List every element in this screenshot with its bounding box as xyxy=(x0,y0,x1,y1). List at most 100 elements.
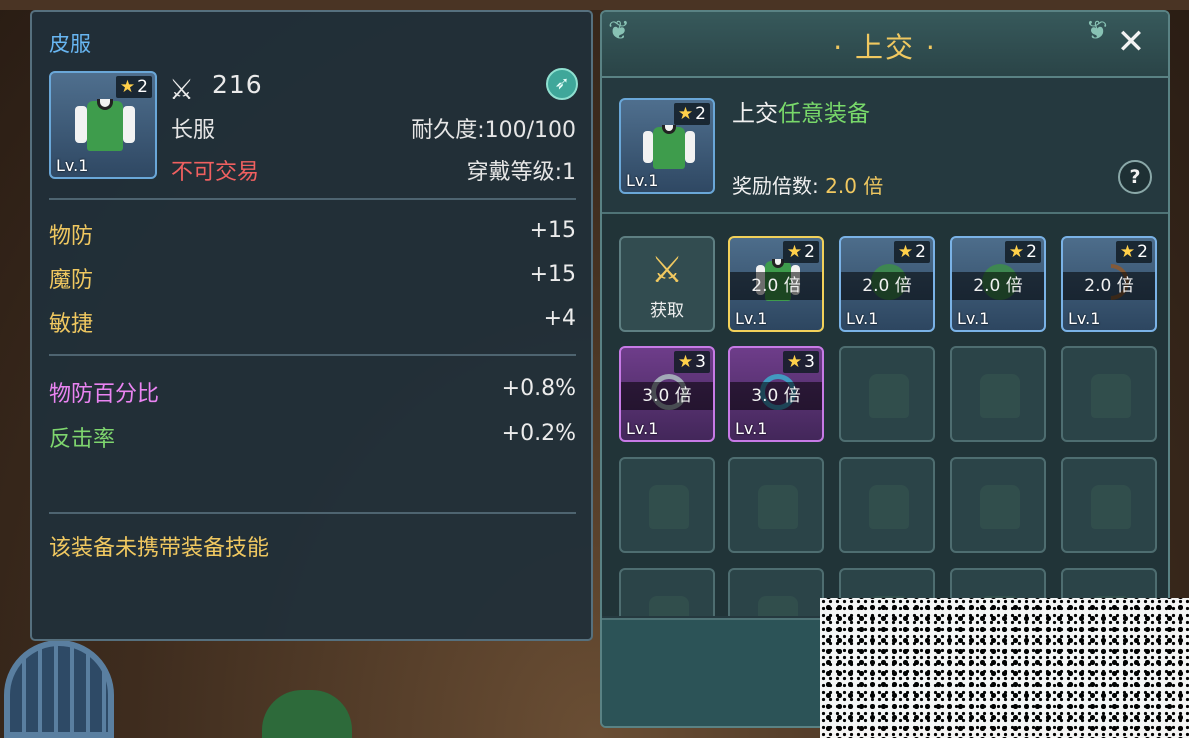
empty-slot xyxy=(1061,346,1157,442)
equipment-slot[interactable]: ★ 2 2.0 倍 Lv.1 xyxy=(839,236,935,332)
star-icon: ★ xyxy=(677,352,694,372)
armor-placeholder-icon xyxy=(869,485,909,529)
acquire-button[interactable]: ⚔ 获取 xyxy=(619,236,715,332)
trade-status: 不可交易 xyxy=(171,160,260,185)
required-item-icon: ★ 2 Lv.1 xyxy=(619,98,715,194)
armor-placeholder-icon xyxy=(980,485,1020,529)
item-level: Lv.1 xyxy=(846,309,879,328)
wear-level: 穿戴等级:1 xyxy=(466,160,576,185)
star-icon: ★ xyxy=(1119,242,1136,262)
star-icon: ★ xyxy=(786,352,803,372)
armor-placeholder-icon xyxy=(758,596,798,616)
item-icon: ★ 2 Lv.1 xyxy=(49,71,157,179)
armor-placeholder-icon xyxy=(758,485,798,529)
armor-placeholder-icon xyxy=(869,374,909,418)
requirement-section: ★ 2 Lv.1 上交任意装备 奖励倍数: 2.0 倍 ? xyxy=(602,80,1168,212)
background-window xyxy=(4,640,114,738)
multiplier-label: 2.0 倍 xyxy=(730,272,822,300)
close-button[interactable]: ✕ xyxy=(1114,24,1148,60)
attack-value: 216 xyxy=(212,70,263,99)
stat-value: +15 xyxy=(529,218,576,243)
empty-slot xyxy=(1061,457,1157,553)
panel-title: · 上交 · xyxy=(833,31,937,64)
durability: 耐久度:100/100 xyxy=(411,118,576,143)
armor-placeholder-icon xyxy=(1091,374,1131,418)
empty-slot xyxy=(950,346,1046,442)
star-icon: ★ xyxy=(1008,242,1025,262)
requirement-highlight: 任意装备 xyxy=(778,101,870,127)
armor-placeholder-icon xyxy=(649,485,689,529)
panel-header: ❦ ❦ · 上交 · ✕ xyxy=(602,12,1168,78)
star-badge: ★ 2 xyxy=(115,76,152,98)
skill-note: 该装备未携带装备技能 xyxy=(49,536,270,561)
multiplier-label: 3.0 倍 xyxy=(730,382,822,410)
armor-placeholder-icon xyxy=(649,596,689,616)
reward-label: 奖励倍数: xyxy=(732,174,826,198)
equipment-slot[interactable]: ★ 3 3.0 倍 Lv.1 xyxy=(619,346,715,442)
help-button[interactable]: ? xyxy=(1118,160,1152,194)
multiplier-label: 2.0 倍 xyxy=(841,272,933,300)
empty-slot xyxy=(619,457,715,553)
star-badge: ★ 2 xyxy=(1115,241,1152,263)
empty-slot xyxy=(728,568,824,616)
armor-placeholder-icon xyxy=(1091,485,1131,529)
item-level: Lv.1 xyxy=(735,419,768,438)
item-level: Lv.1 xyxy=(626,171,659,190)
reward-multiplier: 奖励倍数: 2.0 倍 xyxy=(732,170,883,199)
star-icon: ★ xyxy=(786,242,803,262)
stat-value: +0.2% xyxy=(501,421,576,446)
stat-name: 魔防 xyxy=(49,268,94,293)
star-badge: ★ 2 xyxy=(1004,241,1041,263)
item-type: 长服 xyxy=(171,118,216,143)
star-badge: ★ 2 xyxy=(782,241,819,263)
equipment-slot[interactable]: ★ 2 2.0 倍 Lv.1 xyxy=(1061,236,1157,332)
item-detail-panel: 皮服 ★ 2 Lv.1 ⚔ 216 ➶ 长服 耐久度:100/100 不可交易 穿… xyxy=(30,10,593,641)
shirt-icon xyxy=(75,95,135,157)
empty-slot xyxy=(839,346,935,442)
item-level: Lv.1 xyxy=(626,419,659,438)
star-badge: ★ 3 xyxy=(782,351,819,373)
multiplier-label: 3.0 倍 xyxy=(621,382,713,410)
star-icon: ★ xyxy=(677,104,694,124)
background-roof xyxy=(0,0,1189,10)
empty-slot xyxy=(619,568,715,616)
item-level: Lv.1 xyxy=(56,156,89,175)
stat-value: +4 xyxy=(543,306,576,331)
empty-slot xyxy=(728,457,824,553)
reward-value: 2.0 倍 xyxy=(825,174,884,198)
equipment-slot[interactable]: ★ 2 2.0 倍 Lv.1 xyxy=(950,236,1046,332)
equipment-slot[interactable]: ★ 2 2.0 倍 Lv.1 xyxy=(728,236,824,332)
equipment-grid: ⚔ 获取 ★ 2 2.0 倍 Lv.1 ★ 2 2.0 倍 Lv.1 ★ 2 2.0 … xyxy=(602,212,1168,616)
star-badge: ★ 2 xyxy=(893,241,930,263)
star-icon: ★ xyxy=(897,242,914,262)
stat-name: 敏捷 xyxy=(49,312,94,337)
star-badge: ★ 3 xyxy=(673,351,710,373)
item-name: 皮服 xyxy=(49,32,91,56)
crossed-swords-icon: ⚔ xyxy=(650,250,684,291)
multiplier-label: 2.0 倍 xyxy=(952,272,1044,300)
divider xyxy=(49,354,576,356)
divider xyxy=(49,512,576,514)
stat-value: +15 xyxy=(529,262,576,287)
requirement-prefix: 上交 xyxy=(732,101,778,127)
multiplier-label: 2.0 倍 xyxy=(1063,272,1155,300)
equipment-slot[interactable]: ★ 3 3.0 倍 Lv.1 xyxy=(728,346,824,442)
item-level: Lv.1 xyxy=(1068,309,1101,328)
item-level: Lv.1 xyxy=(957,309,990,328)
stat-name: 物防百分比 xyxy=(49,382,160,407)
empty-slot xyxy=(950,457,1046,553)
background-plant xyxy=(262,690,352,738)
divider xyxy=(49,198,576,200)
star-icon: ★ xyxy=(119,77,136,97)
crossed-swords-icon: ⚔ xyxy=(169,73,195,106)
item-level: Lv.1 xyxy=(735,309,768,328)
empty-slot xyxy=(839,457,935,553)
obscured-region xyxy=(820,598,1189,738)
requirement-text: 上交任意装备 xyxy=(732,94,870,128)
stat-name: 物防 xyxy=(49,224,94,249)
shirt-icon xyxy=(643,122,695,174)
bow-class-icon: ➶ xyxy=(546,68,578,100)
stat-value: +0.8% xyxy=(501,376,576,401)
acquire-label: 获取 xyxy=(650,301,684,321)
armor-placeholder-icon xyxy=(980,374,1020,418)
